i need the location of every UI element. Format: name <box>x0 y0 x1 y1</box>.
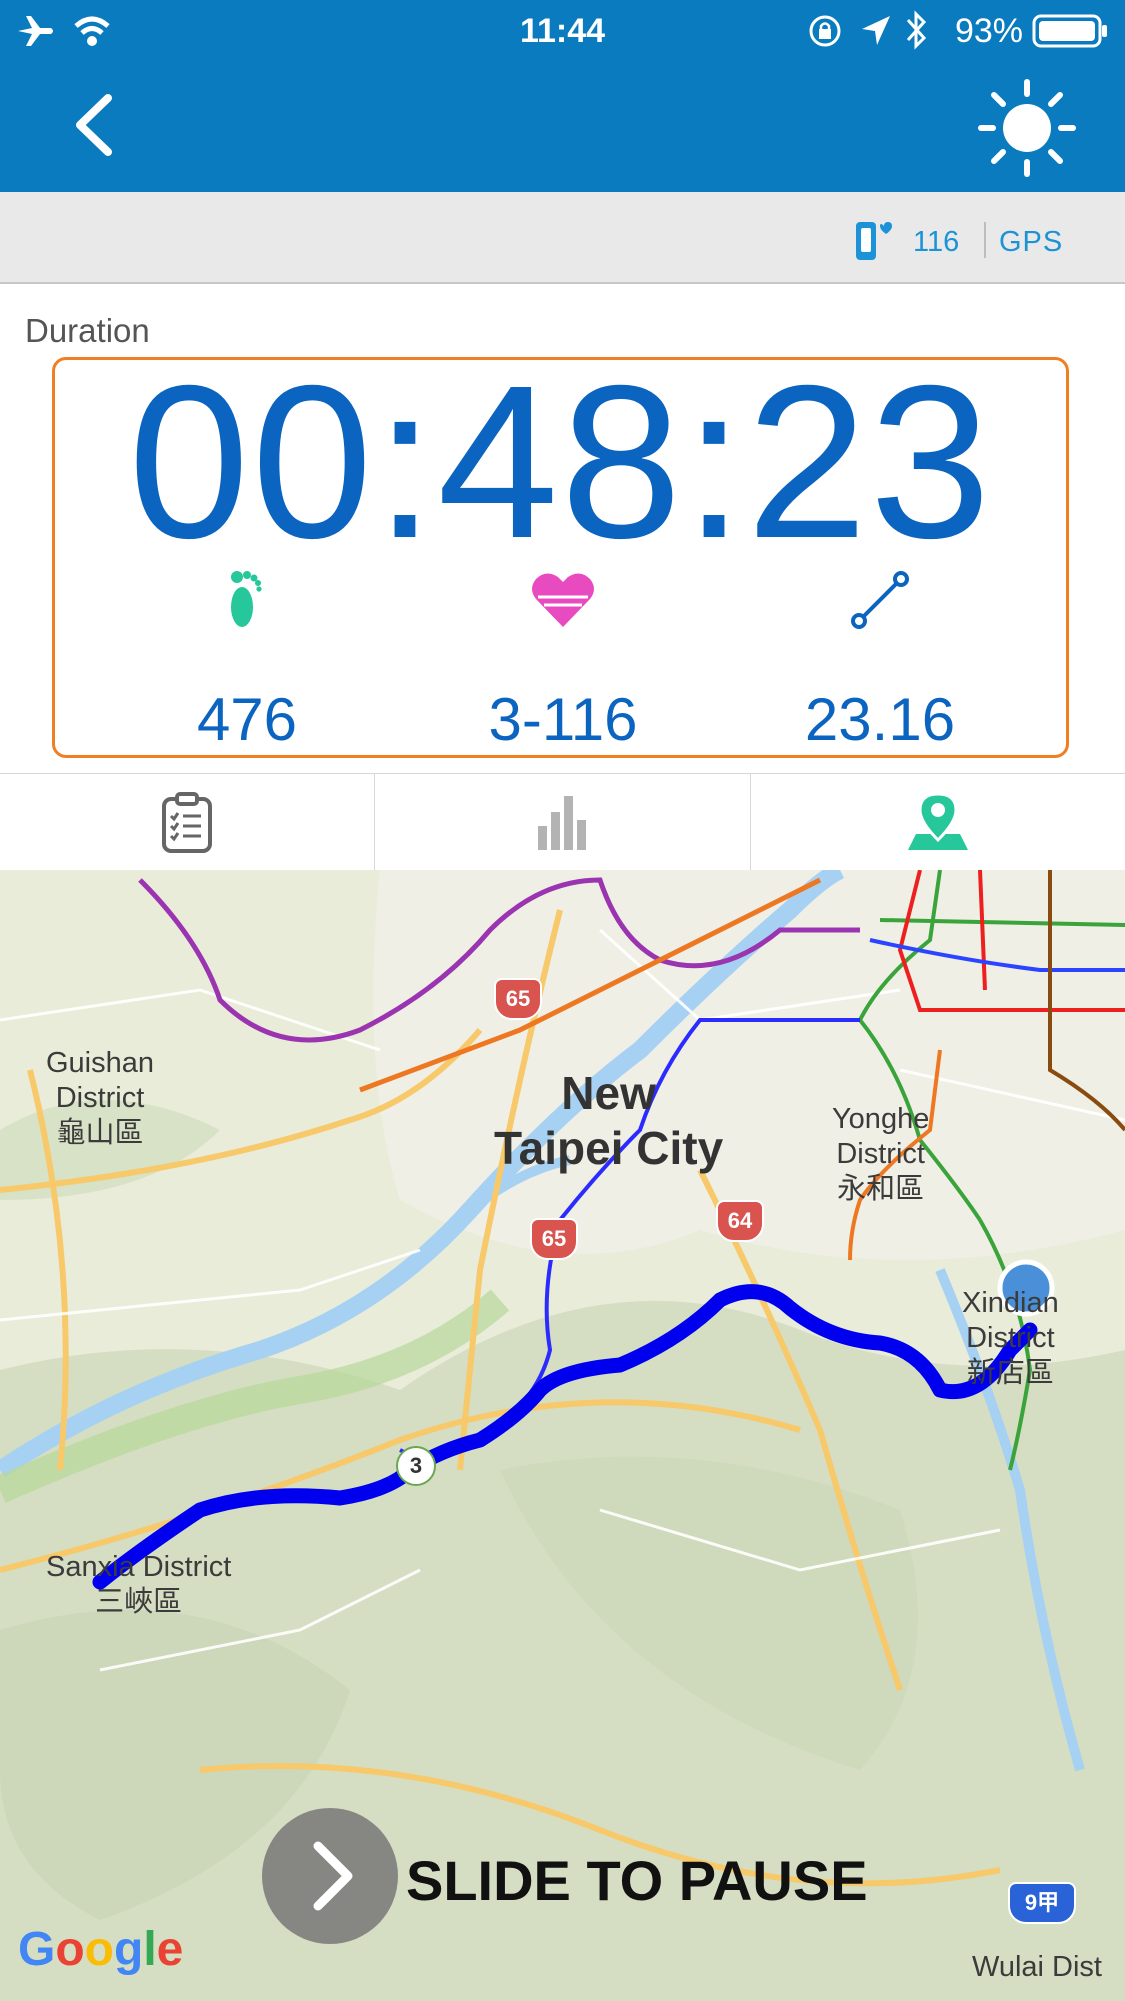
sun-icon[interactable] <box>977 78 1077 178</box>
bluetooth-icon <box>906 10 927 50</box>
highway-shield-65b: 65 <box>530 1218 578 1260</box>
route-map[interactable]: Guishan District 龜山區 New Taipei City Yon… <box>0 870 1125 2001</box>
heart-rate-range-value: 3-116 <box>488 686 638 753</box>
map-pin-icon <box>907 792 968 850</box>
tab-summary[interactable] <box>0 774 376 870</box>
google-logo: Google <box>18 1923 184 1976</box>
distance-value: 23.16 <box>804 686 956 753</box>
chevron-right-icon <box>313 1841 353 1911</box>
status-bar: 11:44 93% <box>0 0 1125 62</box>
tab-map[interactable] <box>751 774 1125 870</box>
map-label-wulai: Wulai Dist <box>972 1951 1102 1983</box>
map-label-guishan: Guishan District 龜山區 <box>46 1047 155 1149</box>
highway-shield-9: 9甲 <box>1008 1882 1076 1924</box>
heart-icon <box>532 573 594 627</box>
footprint-icon <box>231 571 262 627</box>
map-label-sanxia: Sanxia District 三峽區 <box>46 1551 232 1618</box>
bar-chart-icon <box>538 796 587 850</box>
divider <box>984 222 986 258</box>
highway-shield-65: 65 <box>494 978 542 1020</box>
heart-rate-value: 116 <box>913 226 960 258</box>
slide-to-pause-handle[interactable] <box>262 1808 398 1944</box>
slide-to-pause-label: SLIDE TO PAUSE <box>406 1849 868 1912</box>
rotation-lock-icon <box>809 15 841 47</box>
back-button[interactable] <box>62 90 132 160</box>
map-label-new-taipei: New Taipei City <box>494 1067 724 1175</box>
highway-shield-64: 64 <box>716 1200 764 1242</box>
duration-timer: 00:48:23 <box>128 341 993 584</box>
map-label-yonghe: Yonghe District 永和區 <box>832 1103 930 1205</box>
steps-value: 476 <box>196 686 298 753</box>
device-status-bar: 116 GPS <box>0 192 1125 284</box>
heart-rate-watch-icon <box>856 222 892 260</box>
highway-shield-3: 3 <box>396 1446 436 1486</box>
view-tabs <box>0 773 1125 871</box>
workout-stats-panel: 00:48:23 476 3-116 23.16 <box>52 341 1069 758</box>
tab-charts[interactable] <box>375 774 751 870</box>
distance-icon <box>851 571 909 629</box>
clipboard-icon <box>162 792 213 853</box>
map-label-xindian: Xindian District 新店區 <box>962 1287 1059 1389</box>
gps-status: GPS <box>999 226 1064 258</box>
battery-percent: 93% <box>954 12 1023 50</box>
top-bar: 11:44 93% <box>0 0 1125 192</box>
location-arrow-icon <box>862 16 890 45</box>
battery-icon <box>1032 14 1107 48</box>
